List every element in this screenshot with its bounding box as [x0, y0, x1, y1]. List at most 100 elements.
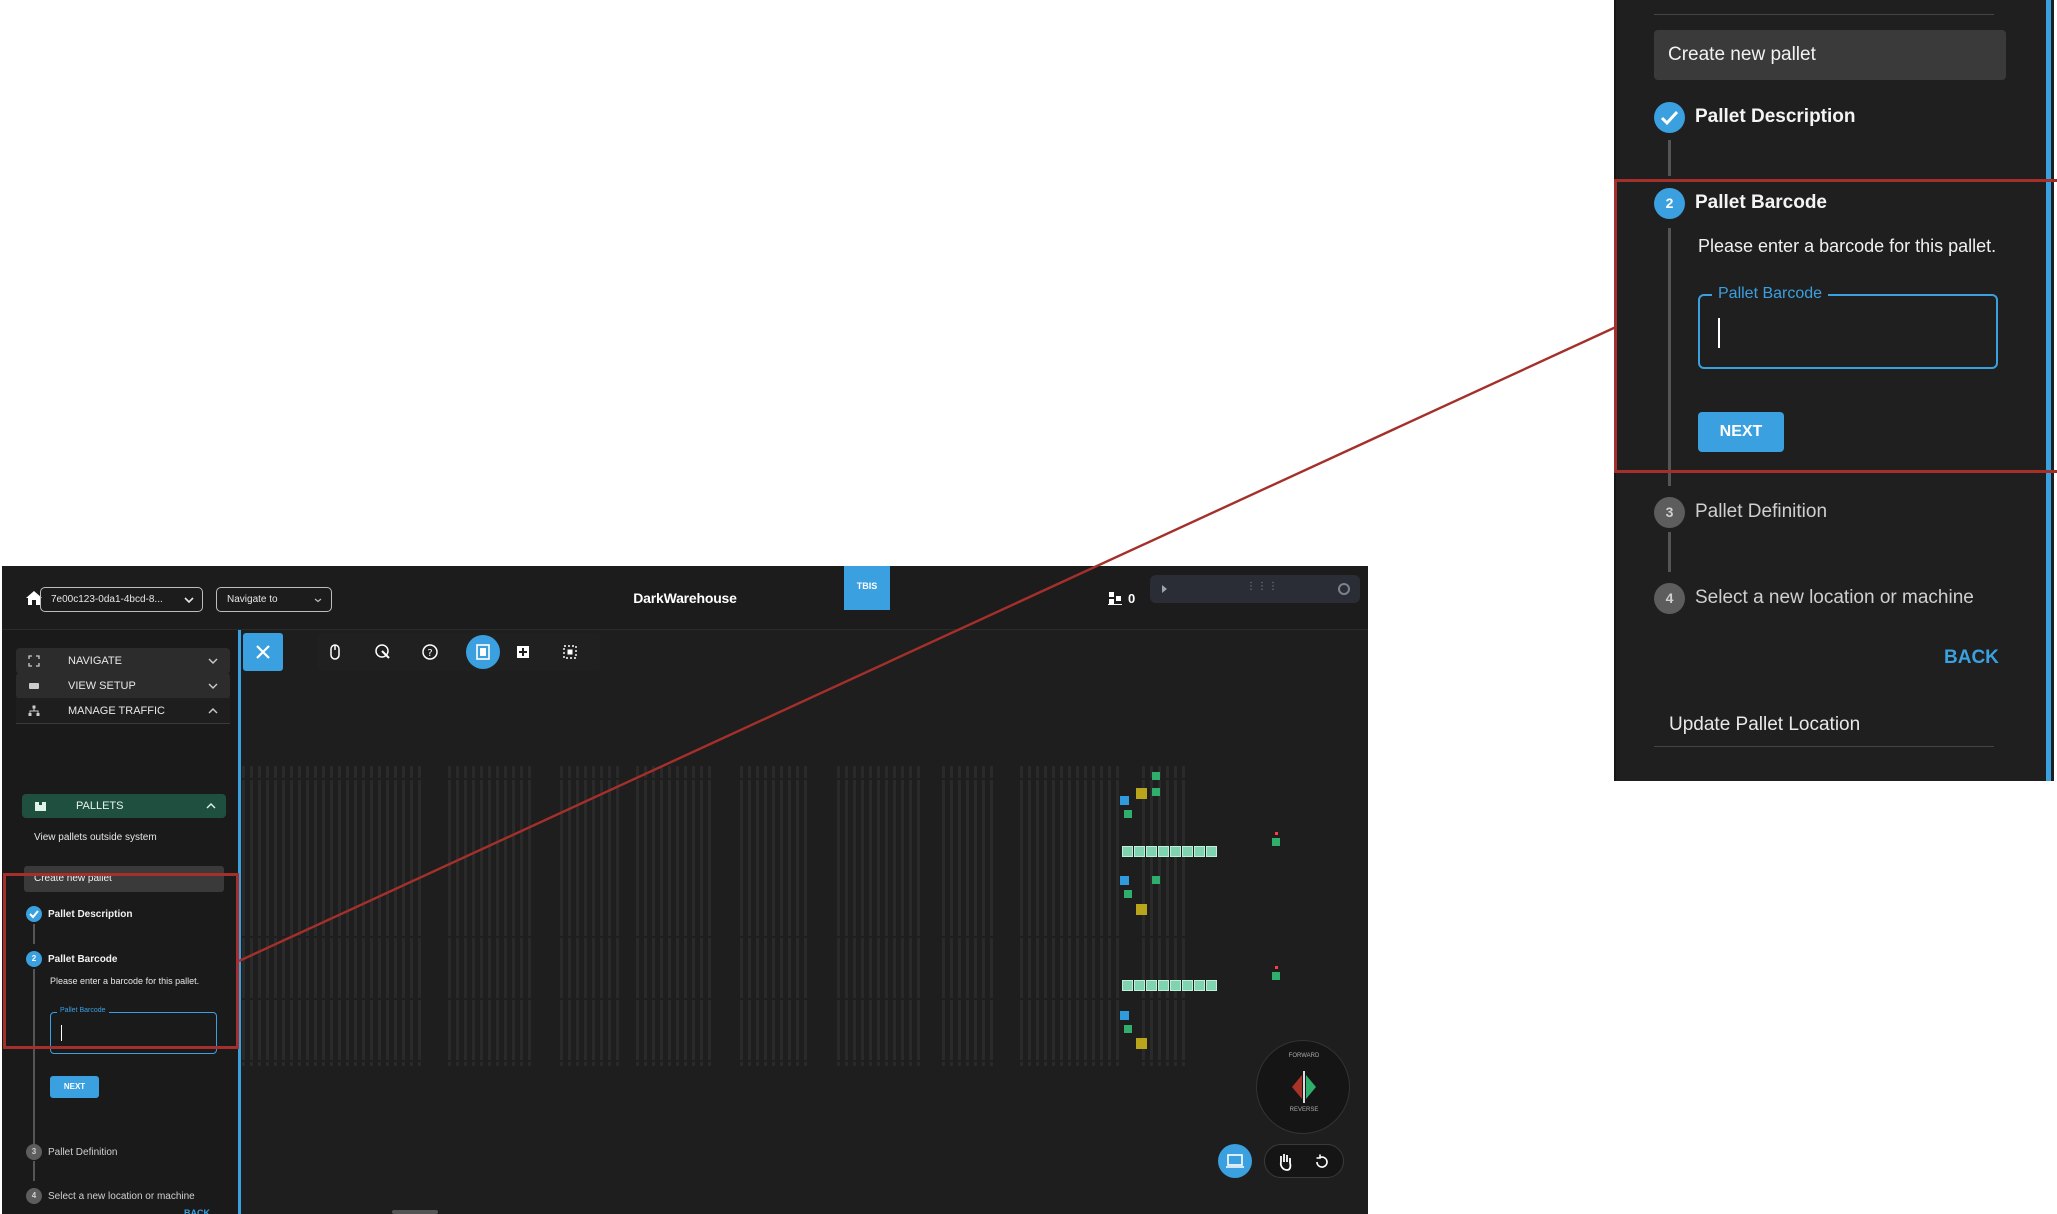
lift-node: [1152, 772, 1160, 780]
horizontal-scrollbar[interactable]: [392, 1210, 438, 1214]
rack-column: [668, 766, 671, 1066]
rack-column: [354, 766, 357, 1066]
rack-column: [488, 766, 491, 1066]
navigate-select[interactable]: Navigate to: [216, 587, 332, 612]
camera-icon: [29, 683, 39, 689]
warehouse-map[interactable]: [242, 766, 1362, 1214]
direction-control[interactable]: FORWARD REVERSE: [1256, 1040, 1350, 1134]
mouse-icon[interactable]: [326, 643, 344, 661]
step-4-number: 4: [1654, 583, 1685, 614]
rack-column: [1100, 766, 1103, 1066]
conveyor-segment: [1122, 980, 1133, 991]
rack-column: [740, 766, 743, 1066]
rack-column: [1052, 766, 1055, 1066]
settings-icon[interactable]: [1338, 583, 1350, 595]
session-select[interactable]: 7e00c123-0da1-4bcd-8...: [40, 587, 203, 612]
accordion-manage-traffic[interactable]: MANAGE TRAFFIC: [16, 698, 230, 724]
drag-handle-icon[interactable]: ⋮⋮⋮: [1246, 581, 1279, 592]
help-icon[interactable]: ?: [421, 643, 439, 661]
rack-column: [869, 766, 872, 1066]
chevron-up-icon: [208, 708, 218, 714]
rack-column: [592, 766, 595, 1066]
rack-column: [504, 766, 507, 1066]
map-toolbar: ?: [318, 633, 600, 671]
rack-column: [1060, 766, 1063, 1066]
conveyor-segment: [1182, 980, 1193, 991]
update-pallet-location-link[interactable]: Update Pallet Location: [1669, 714, 1860, 736]
rotate-reset-icon[interactable]: [1313, 1153, 1331, 1171]
conveyor-segment: [1158, 846, 1169, 857]
rack-column: [676, 766, 679, 1066]
top-bar: 7e00c123-0da1-4bcd-8... Navigate to Dark…: [2, 566, 1368, 630]
back-button[interactable]: BACK: [184, 1208, 210, 1214]
rack-column: [386, 766, 389, 1066]
playback-panel[interactable]: ⋮⋮⋮: [1150, 575, 1360, 603]
step-4-label[interactable]: Select a new location or machine: [48, 1191, 195, 1202]
accordion-navigate[interactable]: NAVIGATE: [16, 648, 230, 674]
hierarchy-icon: [28, 705, 40, 716]
lift-block: [1136, 788, 1147, 799]
step-1-label[interactable]: Pallet Description: [1695, 106, 1856, 128]
play-icon[interactable]: [1162, 585, 1167, 593]
forward-label: FORWARD: [1288, 1053, 1320, 1059]
pallet-stack-icon: [1108, 592, 1122, 605]
select-area-icon[interactable]: [561, 643, 579, 661]
step-4-label[interactable]: Select a new location or machine: [1695, 587, 1974, 609]
chevron-down-icon: [208, 658, 218, 664]
rack-column: [394, 766, 397, 1066]
step-3-label[interactable]: Pallet Definition: [48, 1147, 117, 1158]
rack-column: [456, 766, 459, 1066]
lift-block: [1136, 1038, 1147, 1049]
status-dot: [1275, 832, 1278, 835]
rack-column: [480, 766, 483, 1066]
rack-column: [418, 766, 421, 1066]
rack-column: [528, 766, 531, 1066]
tools-button[interactable]: [243, 633, 283, 671]
rack-column: [1028, 766, 1031, 1066]
rack-column: [576, 766, 579, 1066]
back-button[interactable]: BACK: [1944, 647, 1999, 669]
conveyor-segment: [1194, 980, 1205, 991]
rack-column: [853, 766, 856, 1066]
hand-pan-icon[interactable]: [1275, 1152, 1295, 1172]
wrench-icon: [256, 645, 270, 659]
rack-column: [974, 766, 977, 1066]
shuttle-block: [1120, 796, 1129, 805]
rack-column: [909, 766, 912, 1066]
layers-icon: [476, 644, 490, 660]
pallet-count-value: 0: [1128, 590, 1136, 606]
status-dot: [1275, 966, 1278, 969]
accordion-pallets[interactable]: PALLETS: [22, 794, 226, 818]
rack-column: [1182, 766, 1185, 1066]
annotated-screenshot: 7e00c123-0da1-4bcd-8... Navigate to Dark…: [0, 0, 2057, 1214]
create-new-pallet-button[interactable]: Create new pallet: [1654, 30, 2006, 80]
accordion-view-setup[interactable]: VIEW SETUP: [16, 673, 230, 699]
rack-column: [861, 766, 864, 1066]
rack-column: [917, 766, 920, 1066]
view-pallets-outside-link[interactable]: View pallets outside system: [34, 832, 157, 843]
conveyor-segment: [1134, 846, 1145, 857]
step-3-number: 3: [26, 1144, 42, 1160]
rack-column: [901, 766, 904, 1066]
divider: [1654, 14, 1994, 15]
app-title: DarkWarehouse: [633, 590, 737, 606]
conveyor-segment: [1146, 846, 1157, 857]
accordion-manage-traffic-label: MANAGE TRAFFIC: [68, 705, 165, 717]
next-button[interactable]: NEXT: [50, 1076, 99, 1098]
tbis-badge[interactable]: TBIS: [844, 566, 890, 610]
layers-button[interactable]: [466, 635, 500, 669]
step-3-label[interactable]: Pallet Definition: [1695, 501, 1827, 523]
rack-column: [258, 766, 261, 1066]
conveyor-segment: [1134, 980, 1145, 991]
conveyor-node: [1272, 972, 1280, 980]
rack-column: [322, 766, 325, 1066]
rack-column: [330, 766, 333, 1066]
rack-column: [764, 766, 767, 1066]
rack-column: [684, 766, 687, 1066]
rack-column: [1116, 766, 1119, 1066]
screen-view-button[interactable]: [1218, 1144, 1252, 1178]
rack-column: [464, 766, 467, 1066]
add-box-icon[interactable]: [514, 643, 532, 661]
select-cursor-icon[interactable]: [374, 643, 392, 661]
rack-column: [370, 766, 373, 1066]
